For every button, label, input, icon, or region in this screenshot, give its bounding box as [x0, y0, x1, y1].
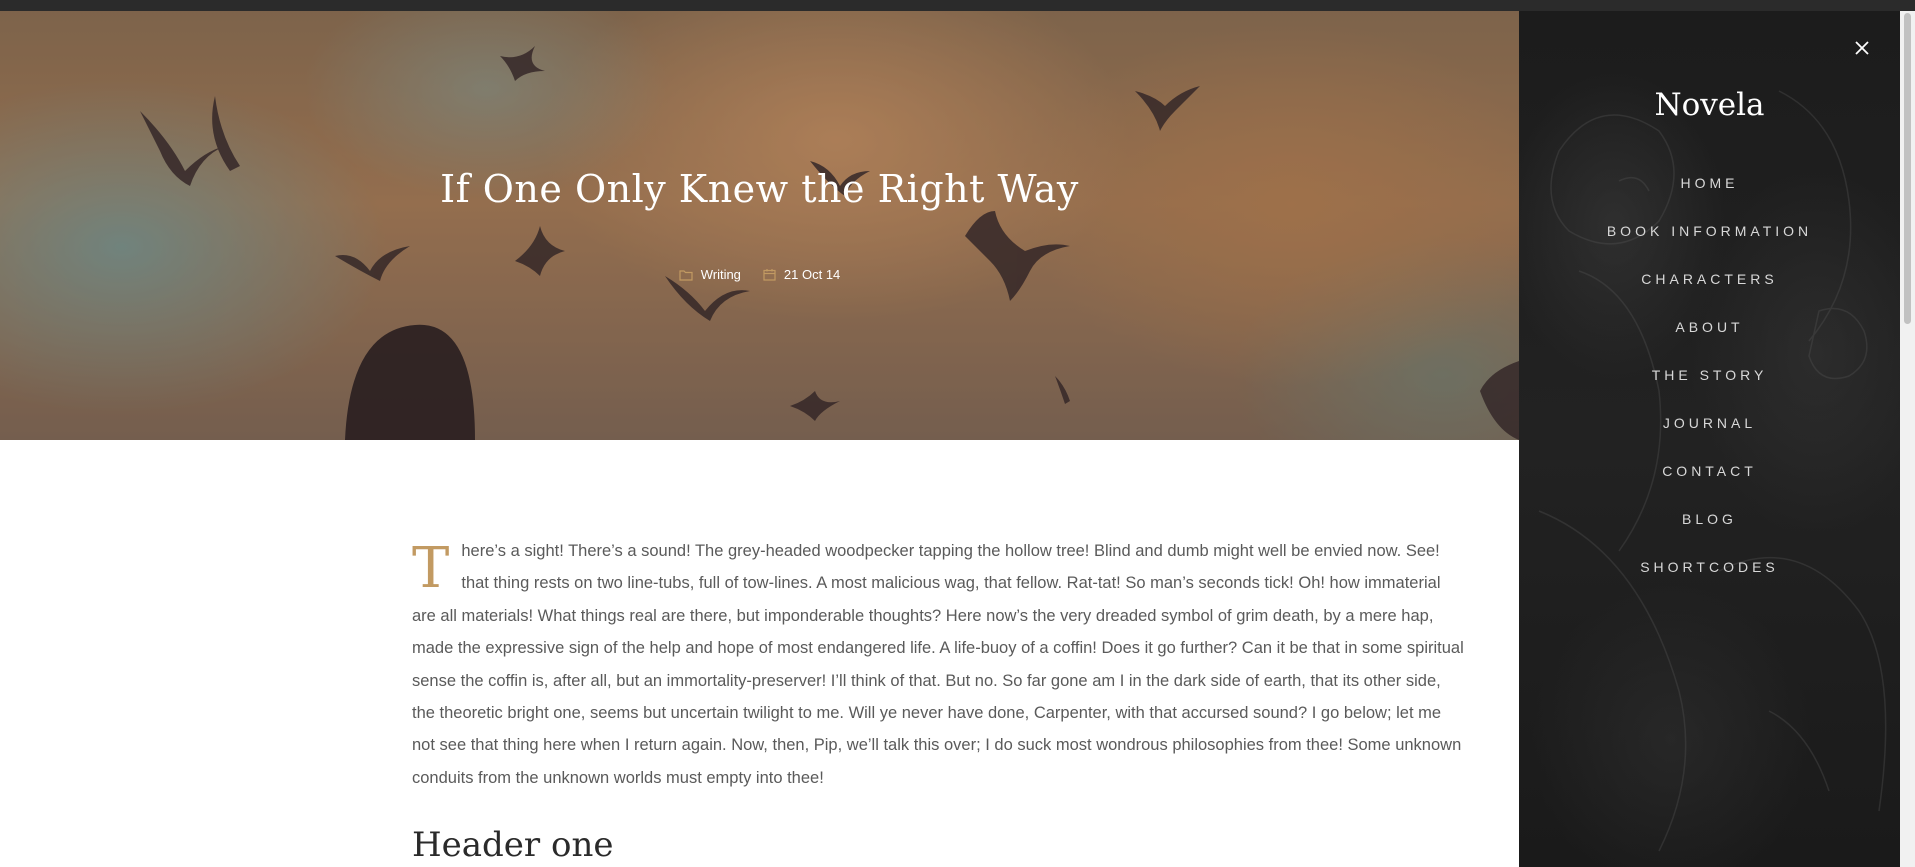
close-icon — [1855, 41, 1869, 55]
post-paragraph: There’s a sight! There’s a sound! The gr… — [412, 535, 1464, 794]
post-meta: Writing 21 Oct 14 — [0, 267, 1519, 282]
page-scrollbar[interactable] — [1900, 11, 1915, 867]
hero-overlay — [0, 11, 1519, 440]
nav-item-blog[interactable]: BLOG — [1519, 509, 1900, 557]
nav-item-contact[interactable]: CONTACT — [1519, 461, 1900, 509]
post-date: 21 Oct 14 — [763, 267, 840, 282]
post-category[interactable]: Writing — [679, 267, 741, 282]
scrollbar-thumb[interactable] — [1904, 13, 1911, 324]
post-hero: If One Only Knew the Right Way Writing 2… — [0, 11, 1519, 440]
nav-item-the-story[interactable]: THE STORY — [1519, 365, 1900, 413]
main-nav: HOME BOOK INFORMATION CHARACTERS ABOUT T… — [1519, 173, 1900, 605]
post-category-label[interactable]: Writing — [701, 267, 741, 282]
nav-item-characters[interactable]: CHARACTERS — [1519, 269, 1900, 317]
site-brand[interactable]: Novela — [1519, 87, 1900, 123]
close-menu-button[interactable] — [1850, 36, 1874, 60]
nav-item-book-information[interactable]: BOOK INFORMATION — [1519, 221, 1900, 269]
post-content: There’s a sight! There’s a sound! The gr… — [412, 535, 1464, 866]
post-date-label: 21 Oct 14 — [783, 267, 841, 282]
post-heading: Header one — [412, 825, 614, 865]
nav-item-about[interactable]: ABOUT — [1519, 317, 1900, 365]
browser-top-bar — [0, 0, 1915, 11]
nav-item-shortcodes[interactable]: SHORTCODES — [1519, 557, 1900, 605]
nav-item-home[interactable]: HOME — [1519, 173, 1900, 221]
calendar-icon — [763, 269, 776, 281]
folder-icon — [679, 269, 693, 281]
post-title: If One Only Knew the Right Way — [440, 167, 1079, 211]
nav-item-journal[interactable]: JOURNAL — [1519, 413, 1900, 461]
post-body-text: here’s a sight! There’s a sound! The gre… — [412, 542, 1464, 787]
offcanvas-menu: Novela HOME BOOK INFORMATION CHARACTERS … — [1519, 11, 1900, 867]
drop-cap: T — [412, 536, 450, 601]
